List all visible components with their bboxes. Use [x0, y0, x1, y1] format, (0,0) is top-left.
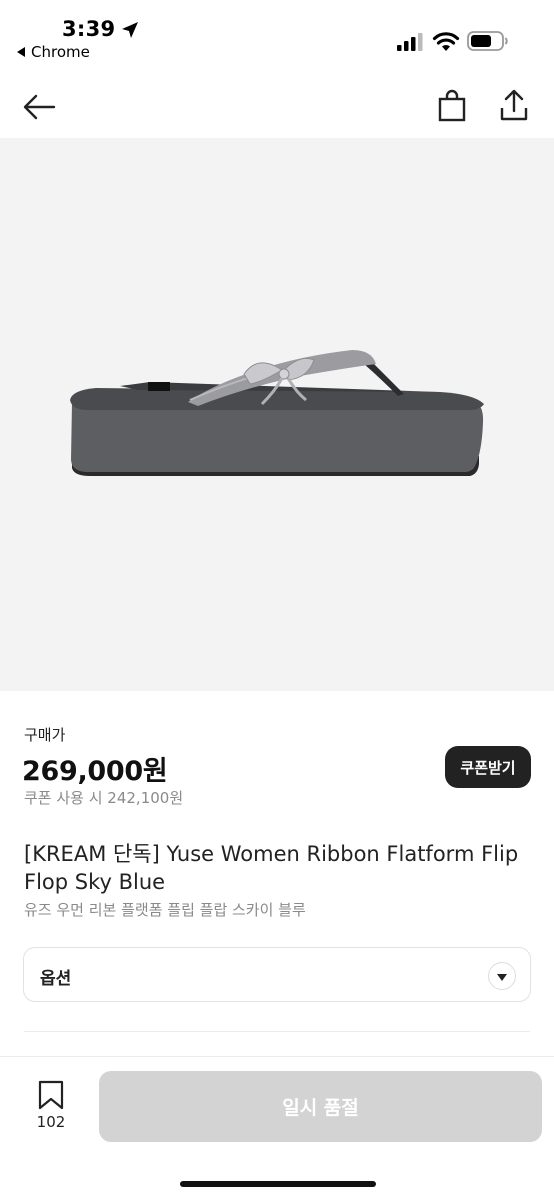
bottom-bar-divider [0, 1056, 554, 1057]
battery-icon [467, 31, 508, 51]
home-indicator [180, 1181, 376, 1187]
option-label: 옵션 [40, 969, 72, 989]
share-icon [500, 89, 528, 121]
option-select[interactable]: 옵션 [23, 947, 531, 1002]
coupon-price: 쿠폰 사용 시 242,100원 [24, 789, 184, 807]
wifi-icon [432, 32, 460, 51]
shopping-bag-button[interactable] [432, 87, 472, 127]
back-app-label: Chrome [31, 43, 90, 61]
status-bar: 3:39 Chrome [0, 0, 554, 72]
bookmark-icon [38, 1080, 64, 1110]
status-time: 3:39 [62, 17, 116, 41]
bookmark-count: 102 [36, 1113, 66, 1131]
nav-bar [0, 72, 554, 138]
product-subtitle: 유즈 우먼 리본 플랫폼 플립 플랍 스카이 블루 [24, 901, 306, 919]
get-coupon-button[interactable]: 쿠폰받기 [445, 746, 531, 788]
back-button[interactable] [20, 87, 60, 127]
price-label: 구매가 [24, 726, 66, 744]
divider [24, 1031, 530, 1032]
location-arrow-icon [122, 22, 138, 38]
signal-icon [397, 33, 423, 51]
shopping-bag-icon [438, 89, 466, 122]
back-triangle-icon [17, 47, 25, 57]
back-arrow-icon [23, 94, 56, 120]
product-title: [KREAM 단독] Yuse Women Ribbon Flatform Fl… [24, 842, 519, 894]
sold-out-button[interactable]: 일시 품절 [99, 1071, 542, 1142]
back-to-chrome-link[interactable]: Chrome [17, 43, 90, 61]
chevron-down-icon [488, 962, 516, 990]
product-image[interactable] [0, 138, 554, 691]
share-button[interactable] [494, 86, 534, 126]
price-value: 269,000원 [22, 756, 168, 787]
sandal-image [70, 350, 484, 476]
bookmark-button[interactable]: 102 [30, 1080, 74, 1136]
